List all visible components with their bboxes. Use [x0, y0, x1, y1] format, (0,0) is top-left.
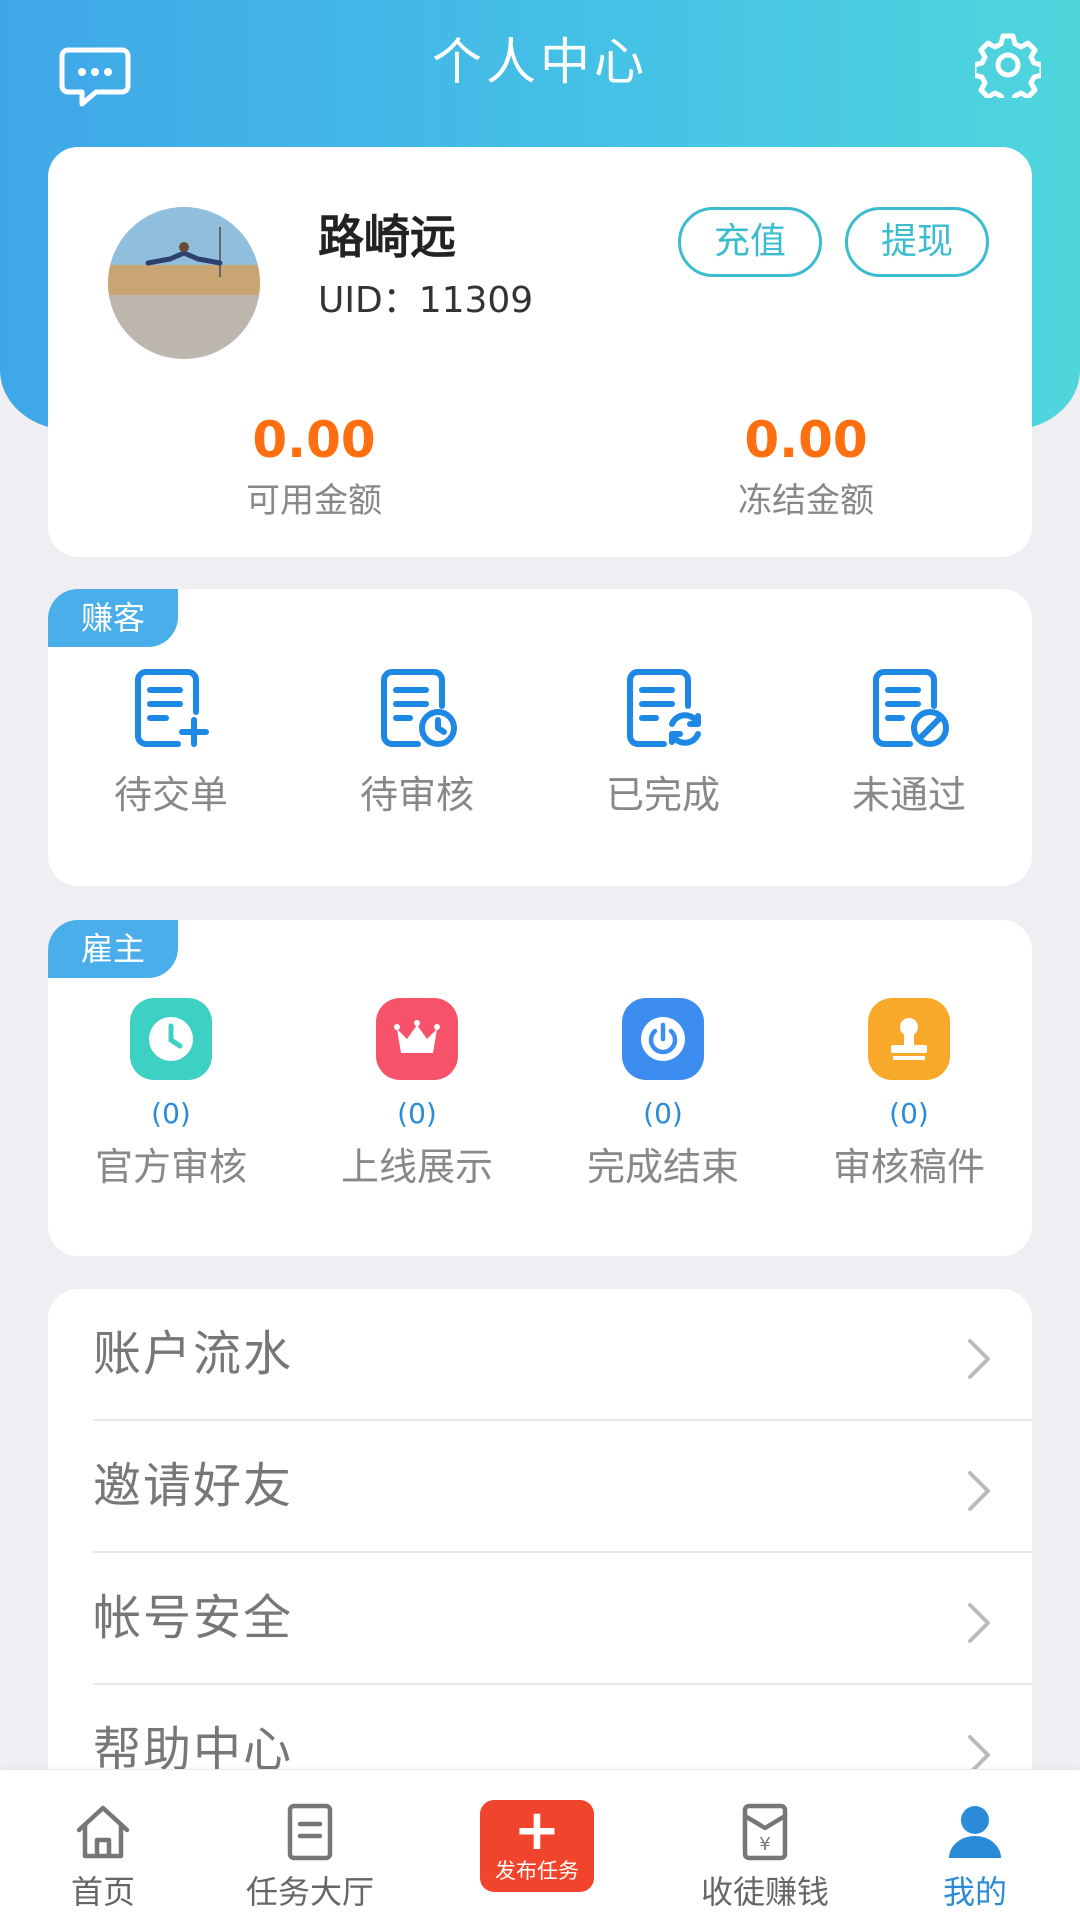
menu-item-help-center[interactable]: 帮助中心: [93, 1685, 1032, 1769]
doc-clock-icon: [374, 664, 460, 750]
avatar[interactable]: [108, 207, 260, 359]
review-drafts-item[interactable]: (0) 审核稿件: [786, 998, 1032, 1192]
user-uid: UID：11309: [318, 280, 534, 321]
available-balance[interactable]: 0.00 可用金额: [164, 409, 464, 527]
item-count: (0): [397, 1097, 437, 1130]
item-label: 待审核: [359, 773, 474, 817]
doc-add-icon: [128, 664, 214, 750]
item-label: 官方审核: [94, 1145, 247, 1189]
withdraw-button[interactable]: 提现: [845, 207, 989, 277]
tab-invite-earn[interactable]: ¥ 收徒赚钱: [665, 1770, 865, 1920]
plus-icon: +: [513, 1798, 561, 1863]
tab-home[interactable]: 首页: [3, 1770, 203, 1920]
item-count: (0): [889, 1097, 929, 1130]
menu-item-invite-friends[interactable]: 邀请好友: [93, 1421, 1032, 1553]
recharge-button[interactable]: 充值: [678, 207, 822, 277]
frozen-amount: 0.00: [744, 411, 868, 469]
menu-item-label: 帐号安全: [93, 1590, 294, 1646]
power-icon: [622, 998, 704, 1080]
gear-icon[interactable]: [971, 32, 1045, 107]
finished-item[interactable]: (0) 完成结束: [540, 998, 786, 1192]
available-amount: 0.00: [252, 411, 376, 469]
item-count: (0): [643, 1097, 683, 1130]
crown-icon: [376, 998, 458, 1080]
chevron-right-icon: [964, 1733, 994, 1769]
menu-list: 账户流水 邀请好友 帐号安全 帮助中心: [48, 1289, 1032, 1769]
completed-item[interactable]: 已完成: [540, 664, 786, 820]
employer-tag: 雇主: [48, 920, 178, 978]
online-display-item[interactable]: (0) 上线展示: [294, 998, 540, 1192]
tab-label: 任务大厅: [245, 1873, 374, 1911]
official-review-item[interactable]: (0) 官方审核: [48, 998, 294, 1192]
publish-label: 发布任务: [495, 1859, 579, 1883]
available-label: 可用金额: [246, 481, 382, 521]
publish-task-button[interactable]: + 发布任务: [480, 1800, 594, 1892]
rejected-item[interactable]: 未通过: [786, 664, 1032, 820]
item-label: 待交单: [113, 773, 228, 817]
menu-item-label: 账户流水: [93, 1326, 294, 1382]
profile-card: 路崎远 UID：11309 充值 提现 0.00 可用金额 0.00 冻结金额: [48, 147, 1032, 557]
menu-item-label: 邀请好友: [93, 1458, 294, 1514]
tab-label: 首页: [70, 1873, 135, 1911]
doc-refresh-icon: [620, 664, 706, 750]
clock-icon: [130, 998, 212, 1080]
user-name: 路崎远: [318, 210, 456, 264]
document-icon: [280, 1802, 340, 1862]
employer-section: 雇主 (0) 官方审核 (0) 上线展示 (0) 完成结束 (0) 审核稿件: [48, 920, 1032, 1256]
item-count: (0): [151, 1097, 191, 1130]
stamp-icon: [868, 998, 950, 1080]
menu-item-account-flow[interactable]: 账户流水: [93, 1289, 1032, 1421]
item-label: 已完成: [605, 773, 720, 817]
pending-review-item[interactable]: 待审核: [294, 664, 540, 820]
frozen-balance[interactable]: 0.00 冻结金额: [656, 409, 956, 527]
menu-item-label: 帮助中心: [93, 1722, 294, 1769]
user-icon: [945, 1802, 1005, 1862]
chevron-right-icon: [964, 1469, 994, 1513]
item-label: 完成结束: [586, 1145, 739, 1189]
home-icon: [73, 1802, 133, 1862]
tab-label: 我的: [942, 1873, 1007, 1911]
worker-tag: 赚客: [48, 589, 178, 647]
item-label: 未通过: [851, 773, 966, 817]
chat-bubble-icon[interactable]: [58, 38, 132, 112]
red-envelope-icon: ¥: [735, 1802, 795, 1862]
doc-forbidden-icon: [866, 664, 952, 750]
tab-tasks[interactable]: 任务大厅: [210, 1770, 410, 1920]
item-label: 审核稿件: [832, 1145, 985, 1189]
menu-item-account-security[interactable]: 帐号安全: [93, 1553, 1032, 1685]
tab-label: 收徒赚钱: [700, 1873, 829, 1911]
frozen-label: 冻结金额: [738, 481, 874, 521]
chevron-right-icon: [964, 1601, 994, 1645]
pending-submit-item[interactable]: 待交单: [48, 664, 294, 820]
tab-mine[interactable]: 我的: [875, 1770, 1075, 1920]
item-label: 上线展示: [340, 1145, 493, 1189]
svg-text:¥: ¥: [759, 1834, 770, 1855]
worker-section: 赚客 待交单 待审核 已完成 未通过: [48, 589, 1032, 886]
chevron-right-icon: [964, 1337, 994, 1381]
page-title: 个人中心: [432, 33, 648, 91]
